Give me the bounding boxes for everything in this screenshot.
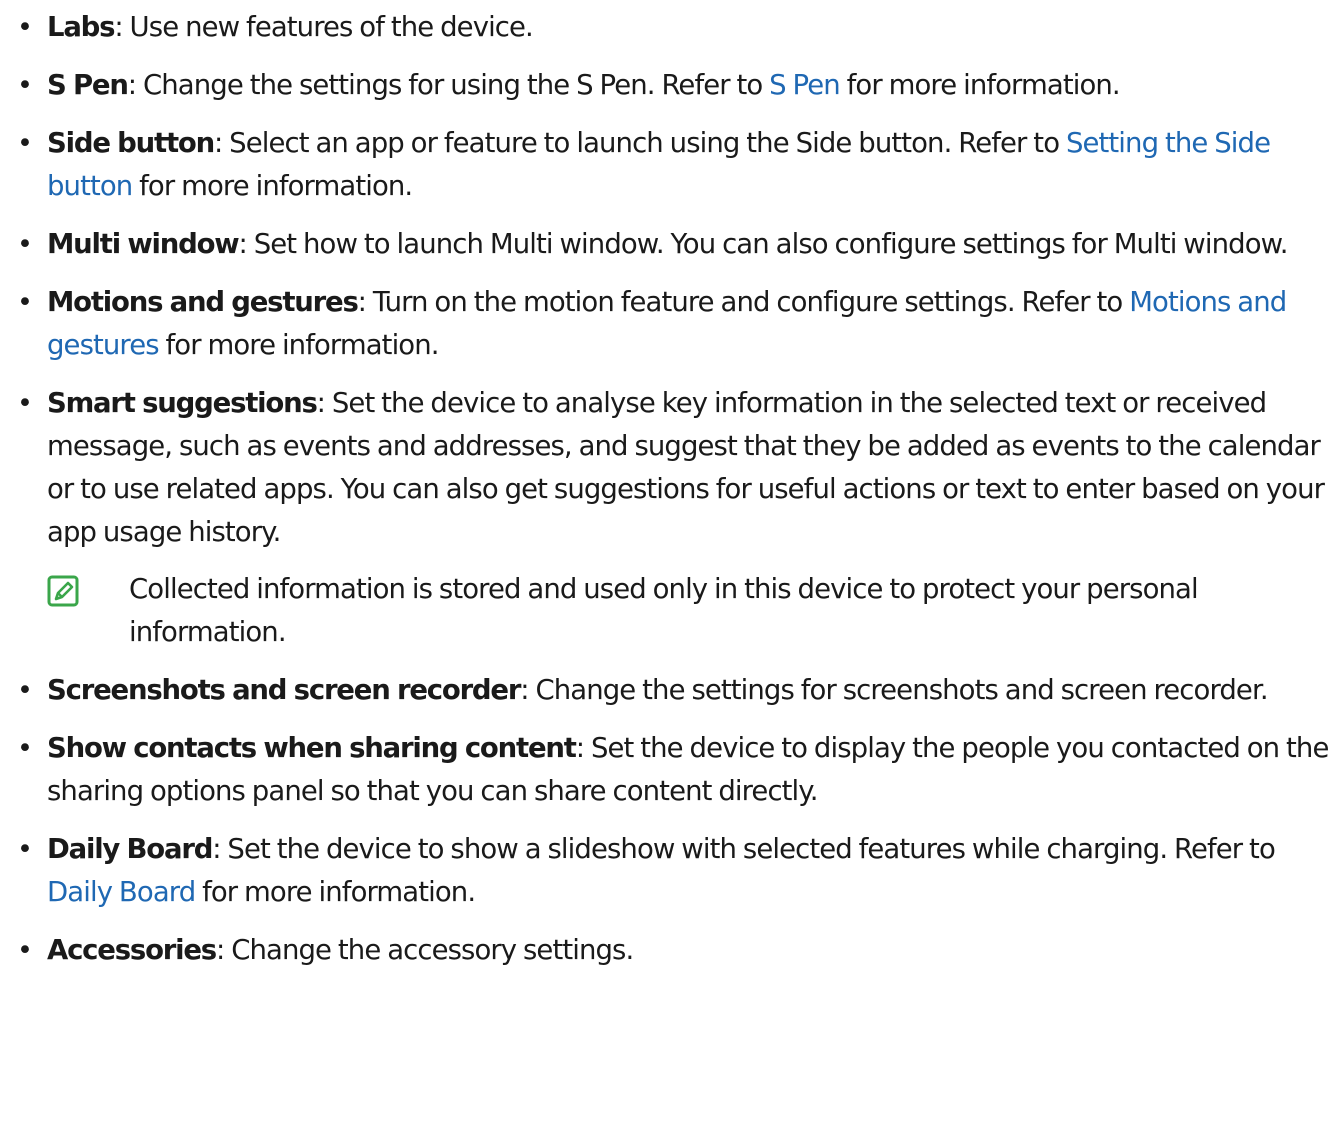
item-description: : Turn on the motion feature and configu… [357, 286, 1130, 318]
bullet-icon: • [17, 229, 33, 260]
bullet-icon: • [17, 733, 33, 764]
item-description: : Change the settings for using the S Pe… [127, 69, 770, 101]
item-description: : Select an app or feature to launch usi… [213, 127, 1066, 159]
bullet-icon: • [17, 935, 33, 966]
item-term: Smart suggestions [47, 387, 318, 419]
bullet-icon: • [17, 834, 33, 865]
item-description-tail: for more information. [195, 876, 476, 908]
note-pen-icon [47, 575, 79, 607]
item-term: Screenshots and screen recorder [47, 674, 521, 706]
list-item-accessories: • Accessories: Change the accessory sett… [0, 929, 1341, 972]
item-description: : Change the settings for screenshots an… [520, 674, 1268, 706]
item-description-tail: for more information. [839, 69, 1121, 101]
item-description: : Set how to launch Multi window. You ca… [238, 228, 1289, 260]
link-s-pen[interactable]: S Pen [769, 69, 841, 101]
bullet-icon: • [17, 388, 33, 419]
note-text: Collected information is stored and used… [129, 573, 1199, 648]
bullet-icon: • [17, 12, 33, 43]
item-term: Show contacts when sharing content [47, 732, 577, 764]
list-item-screenshots-recorder: • Screenshots and screen recorder: Chang… [0, 669, 1341, 712]
item-description-tail: for more information. [158, 329, 440, 361]
item-term: Side button [47, 127, 215, 159]
note-block: Collected information is stored and used… [47, 568, 1335, 654]
item-description: : Set the device to show a slideshow wit… [212, 833, 1276, 865]
item-description: : Use new features of the device. [114, 11, 533, 43]
list-item-s-pen: • S Pen: Change the settings for using t… [0, 64, 1341, 107]
bullet-icon: • [17, 287, 33, 318]
list-item-side-button: • Side button: Select an app or feature … [0, 122, 1341, 208]
item-term: Multi window [47, 228, 240, 260]
manual-page: • Labs: Use new features of the device. … [0, 0, 1341, 1122]
item-term: Daily Board [47, 833, 213, 865]
item-description: : Change the accessory settings. [215, 934, 634, 966]
item-description-tail: for more information. [132, 170, 413, 202]
settings-list: • Labs: Use new features of the device. … [0, 6, 1341, 987]
list-item-labs: • Labs: Use new features of the device. [0, 6, 1341, 49]
bullet-icon: • [17, 70, 33, 101]
bullet-icon: • [17, 675, 33, 706]
item-term: Motions and gestures [47, 286, 359, 318]
list-item-show-contacts: • Show contacts when sharing content: Se… [0, 727, 1341, 813]
link-daily-board[interactable]: Daily Board [47, 876, 196, 908]
list-item-daily-board: • Daily Board: Set the device to show a … [0, 828, 1341, 914]
item-term: Accessories [47, 934, 217, 966]
item-term: S Pen [47, 69, 129, 101]
bullet-icon: • [17, 128, 33, 159]
item-term: Labs [47, 11, 116, 43]
list-item-motions-gestures: • Motions and gestures: Turn on the moti… [0, 281, 1341, 367]
list-item-multi-window: • Multi window: Set how to launch Multi … [0, 223, 1341, 266]
list-item-smart-suggestions: • Smart suggestions: Set the device to a… [0, 382, 1341, 654]
